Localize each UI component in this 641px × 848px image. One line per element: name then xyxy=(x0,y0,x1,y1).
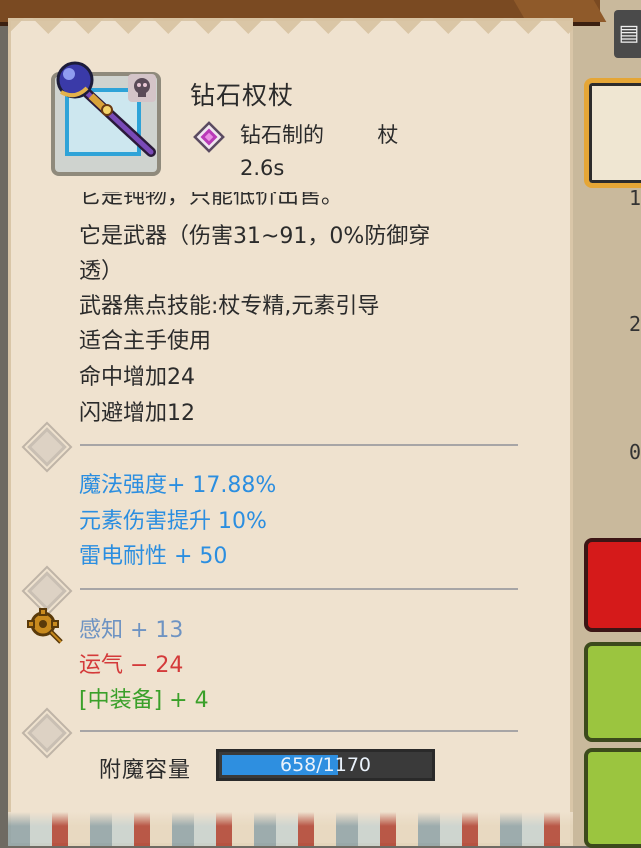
medium-armor-stat: [中装备] + 4 xyxy=(79,688,209,713)
main-hand-line: 适合主手使用 xyxy=(79,329,212,354)
magic-power-stat: 魔法强度+ 17.88% xyxy=(79,473,277,498)
section-divider xyxy=(80,444,518,446)
section-divider xyxy=(80,730,518,732)
thunder-resist-stat: 雷电耐性 + 50 xyxy=(79,544,228,569)
enchant-capacity-value: 658/1170 xyxy=(279,754,372,776)
item-title: 钻石权杖 xyxy=(190,81,295,110)
tooltip-top-edge xyxy=(8,18,573,42)
enchant-capacity-bar: 658/1170 xyxy=(216,749,435,781)
side-number-3: 0 xyxy=(628,440,641,464)
dodge-bonus-line: 闪避增加12 xyxy=(79,401,195,426)
tooltip-bottom-edge xyxy=(8,812,573,846)
luck-stat: 运气 − 24 xyxy=(79,653,184,678)
tab-icon[interactable]: ▤ xyxy=(614,10,641,58)
side-number-1: 1 xyxy=(628,186,641,210)
hit-bonus-line: 命中增加24 xyxy=(79,365,195,390)
element-damage-stat: 元素伤害提升 10% xyxy=(79,509,267,534)
perception-stat: 感知 + 13 xyxy=(79,618,184,643)
clipped-description-text: 它是钝物，只能低价出售。 xyxy=(79,192,344,209)
weapon-damage-line-1: 它是武器（伤害31~91，0%防御穿 xyxy=(79,224,431,249)
enchant-capacity-label: 附魔容量 xyxy=(99,758,192,783)
section-divider xyxy=(80,588,518,590)
green-action-button-2[interactable] xyxy=(584,748,641,848)
purple-gem-icon xyxy=(193,121,225,153)
attack-speed: 2.6s xyxy=(240,156,285,180)
weapon-damage-line-2: 透） xyxy=(79,259,124,284)
red-action-button[interactable] xyxy=(584,538,641,632)
skull-icon xyxy=(128,74,156,102)
gear-icon xyxy=(27,608,63,644)
item-material: 钻石制的 杖 xyxy=(240,123,399,147)
equipment-slot[interactable] xyxy=(584,78,641,188)
side-number-2: 2 xyxy=(628,312,641,336)
green-action-button-1[interactable] xyxy=(584,642,641,742)
focus-skill-line: 武器焦点技能:杖专精,元素引导 xyxy=(79,294,380,319)
